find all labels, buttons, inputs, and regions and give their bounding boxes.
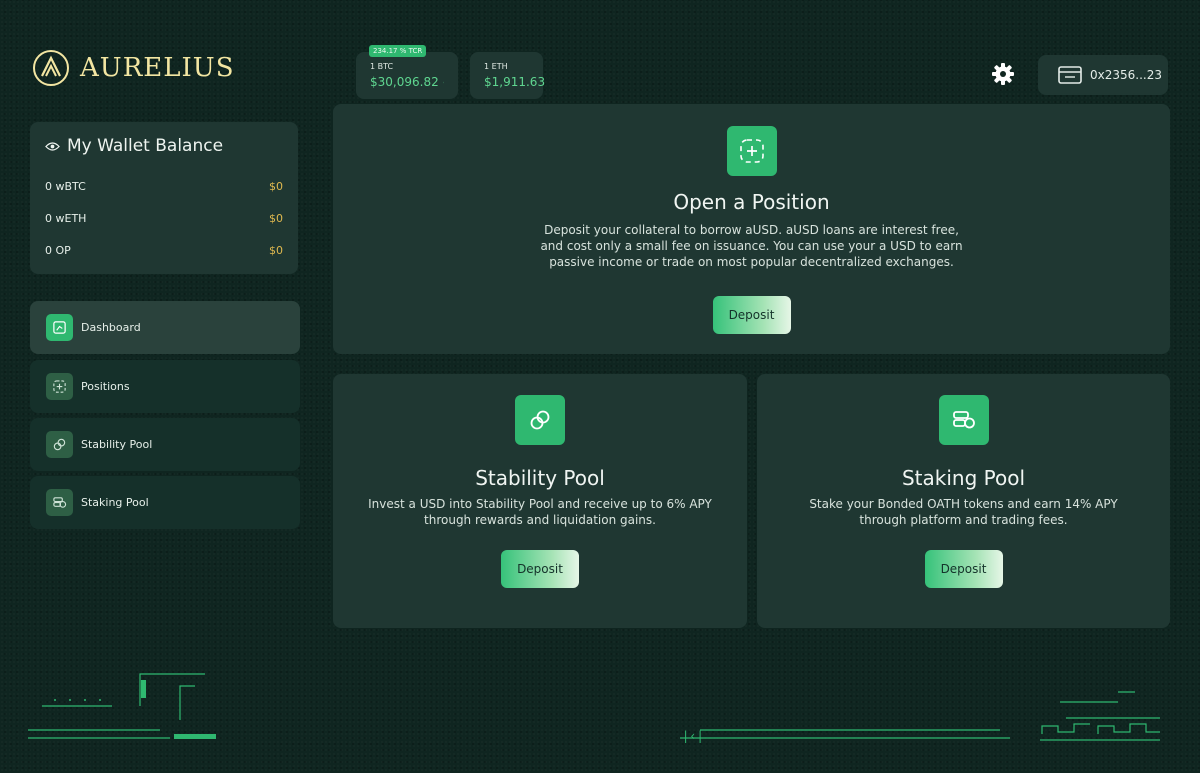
open-position-deposit-button[interactable]: Deposit	[712, 296, 791, 334]
btc-label: 1 BTC	[370, 62, 394, 71]
wallet-balance-header: My Wallet Balance	[45, 136, 283, 156]
wallet-balance-title: My Wallet Balance	[67, 136, 224, 156]
stability-pool-icon	[46, 431, 73, 458]
balance-row: 0 wBTC $0	[45, 180, 283, 193]
stability-pool-title: Stability Pool	[475, 466, 605, 490]
dashboard-icon	[46, 314, 73, 341]
gear-icon[interactable]	[991, 62, 1015, 86]
tcr-badge: 234.17 % TCR	[369, 45, 427, 57]
open-position-icon	[726, 126, 777, 176]
wallet-address: 0x2356...23	[1090, 68, 1162, 82]
sidebar-item-label: Positions	[81, 380, 130, 393]
balance-token: 0 wBTC	[45, 180, 86, 193]
sidebar-item-staking-pool[interactable]: Staking Pool	[30, 476, 300, 529]
eth-price-pill: 1 ETH $1,911.63	[470, 52, 546, 99]
positions-icon	[46, 373, 73, 400]
wallet-connect-button[interactable]: 0x2356...23	[1038, 55, 1168, 95]
balance-row: 0 wETH $0	[45, 212, 283, 225]
staking-pool-card-icon	[938, 395, 989, 445]
btc-price: $30,096.82	[370, 75, 439, 89]
sidebar-item-label: Dashboard	[81, 321, 141, 334]
balance-value: $0	[269, 244, 283, 257]
sidebar-item-label: Staking Pool	[81, 496, 149, 509]
svg-text:|‹|: |‹|	[682, 729, 704, 743]
aurelius-logo-icon	[33, 50, 69, 86]
btc-value: $30,096.82	[370, 75, 444, 89]
open-position-description: Deposit your collateral to borrow aUSD. …	[540, 223, 963, 269]
eth-label: 1 ETH	[484, 62, 508, 71]
balance-token: 0 wETH	[45, 212, 87, 225]
btc-price-pill: 1 BTC $30,096.82	[356, 52, 458, 99]
decorative-circuit-pattern: |‹|	[28, 673, 1160, 743]
balance-row: 0 OP $0	[45, 244, 283, 257]
open-position-card: Open a Position Deposit your collateral …	[333, 104, 1170, 354]
eye-icon[interactable]	[45, 141, 60, 152]
staking-pool-icon	[46, 489, 73, 516]
staking-pool-description: Stake your Bonded OATH tokens and earn 1…	[809, 497, 1118, 527]
stability-pool-description: Invest a USD into Stability Pool and rec…	[368, 497, 712, 527]
staking-pool-deposit-button[interactable]: Deposit	[924, 550, 1003, 588]
wallet-balance-panel: My Wallet Balance 0 wBTC $0 0 wETH $0 0 …	[30, 122, 298, 274]
balance-token: 0 OP	[45, 244, 71, 257]
stability-pool-card-icon	[515, 395, 565, 445]
stability-pool-deposit-button[interactable]: Deposit	[501, 550, 579, 588]
eth-price: $1,911.63	[484, 75, 546, 89]
sidebar-item-stability-pool[interactable]: Stability Pool	[30, 418, 300, 471]
brand-name: AURELIUS	[80, 53, 235, 83]
info-icon[interactable]	[442, 77, 444, 88]
logo[interactable]: AURELIUS	[32, 49, 235, 87]
staking-pool-title: Staking Pool	[901, 466, 1026, 490]
wallet-icon	[1058, 66, 1082, 84]
balance-value: $0	[269, 212, 283, 225]
sidebar-item-positions[interactable]: Positions	[30, 360, 300, 413]
sidebar-item-label: Stability Pool	[81, 438, 153, 451]
sidebar-item-dashboard[interactable]: Dashboard	[30, 301, 300, 354]
staking-pool-card: Staking Pool Stake your Bonded OATH toke…	[757, 374, 1170, 628]
stability-pool-card: Stability Pool Invest a USD into Stabili…	[333, 374, 747, 628]
open-position-title: Open a Position	[673, 190, 830, 214]
balance-value: $0	[269, 180, 283, 193]
